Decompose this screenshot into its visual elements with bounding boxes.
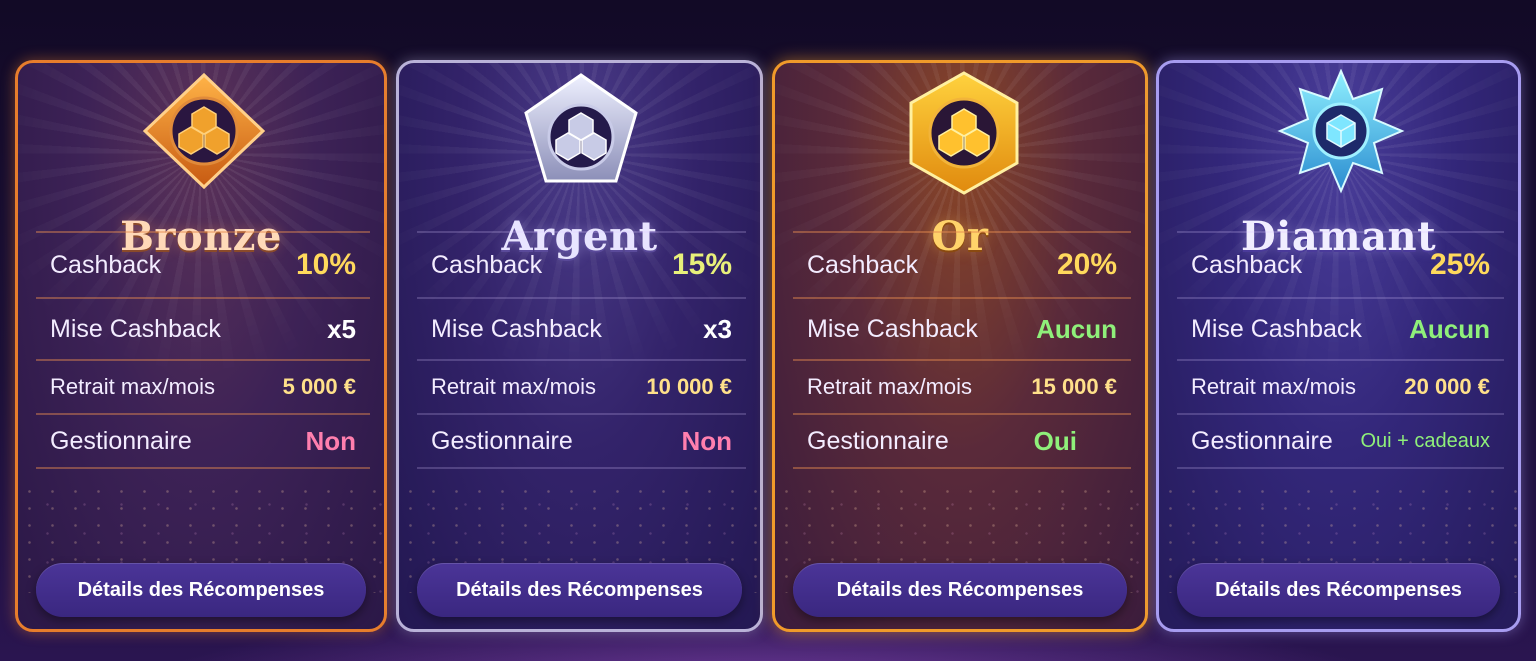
benefit-value: Oui — [1033, 425, 1077, 456]
benefit-label: Retrait max/mois — [807, 374, 973, 399]
benefit-row-mise-cashback: Mise Cashback x5 — [36, 297, 370, 359]
benefit-label: Gestionnaire — [431, 426, 573, 455]
benefit-row-mise-cashback: Mise Cashback x3 — [417, 297, 746, 359]
rewards-details-button[interactable]: Détails des Récompenses — [36, 563, 366, 617]
benefit-value: 20 000 € — [1404, 374, 1490, 399]
tier-card-bronze: Bronze Cashback 10% Mise Cashback x5 Ret… — [15, 60, 387, 632]
benefit-row-gestionnaire: Gestionnaire Non — [417, 413, 746, 469]
benefit-label: Mise Cashback — [50, 314, 221, 343]
benefit-label: Mise Cashback — [431, 314, 602, 343]
tier-benefits-table: Cashback 20% Mise Cashback Aucun Retrait… — [793, 231, 1131, 469]
rewards-details-button[interactable]: Détails des Récompenses — [417, 563, 742, 617]
benefit-value: 25% — [1429, 248, 1490, 281]
benefit-row-mise-cashback: Mise Cashback Aucun — [1177, 297, 1504, 359]
benefit-row-retrait-max: Retrait max/mois 20 000 € — [1177, 359, 1504, 413]
benefit-row-gestionnaire: Gestionnaire Oui — [793, 413, 1131, 469]
benefit-label: Gestionnaire — [807, 426, 949, 455]
benefit-label: Gestionnaire — [1191, 426, 1333, 455]
benefit-label: Mise Cashback — [807, 314, 978, 343]
benefit-value: Aucun — [1409, 313, 1490, 344]
benefit-value: Non — [305, 425, 356, 456]
tier-benefits-table: Cashback 15% Mise Cashback x3 Retrait ma… — [417, 231, 746, 469]
benefit-value: 10 000 € — [646, 374, 732, 399]
tier-benefits-table: Cashback 10% Mise Cashback x5 Retrait ma… — [36, 231, 370, 469]
vip-tiers-page: Bronze Cashback 10% Mise Cashback x5 Ret… — [0, 0, 1536, 661]
benefit-value: Non — [681, 425, 732, 456]
tier-card-argent: Argent Cashback 15% Mise Cashback x3 Ret… — [396, 60, 763, 632]
benefit-row-retrait-max: Retrait max/mois 15 000 € — [793, 359, 1131, 413]
benefit-label: Cashback — [807, 250, 919, 279]
benefit-value: 5 000 € — [282, 374, 356, 399]
benefit-row-retrait-max: Retrait max/mois 10 000 € — [417, 359, 746, 413]
benefit-value: x3 — [703, 313, 732, 344]
diamond-star-badge-icon — [1276, 69, 1406, 199]
benefit-row-retrait-max: Retrait max/mois 5 000 € — [36, 359, 370, 413]
benefit-value: 10% — [295, 248, 356, 281]
benefit-row-cashback: Cashback 15% — [417, 231, 746, 297]
benefit-label: Retrait max/mois — [50, 374, 216, 399]
benefit-label: Cashback — [1191, 250, 1303, 279]
benefit-row-cashback: Cashback 10% — [36, 231, 370, 297]
rewards-details-button[interactable]: Détails des Récompenses — [793, 563, 1127, 617]
benefit-value: Aucun — [1036, 313, 1117, 344]
benefit-label: Cashback — [50, 250, 162, 279]
benefit-row-cashback: Cashback 25% — [1177, 231, 1504, 297]
tier-card-or: Or Cashback 20% Mise Cashback Aucun Retr… — [772, 60, 1148, 632]
benefit-label: Gestionnaire — [50, 426, 192, 455]
benefit-value: 15 000 € — [1031, 374, 1117, 399]
benefit-label: Retrait max/mois — [1191, 374, 1357, 399]
benefit-value: x5 — [327, 313, 356, 344]
silver-cubes-badge-icon — [516, 69, 646, 199]
benefit-row-mise-cashback: Mise Cashback Aucun — [793, 297, 1131, 359]
benefit-row-cashback: Cashback 20% — [793, 231, 1131, 297]
benefit-value: 15% — [671, 248, 732, 281]
benefit-label: Cashback — [431, 250, 543, 279]
benefit-label: Retrait max/mois — [431, 374, 597, 399]
gold-cubes-badge-icon — [899, 69, 1029, 199]
tier-benefits-table: Cashback 25% Mise Cashback Aucun Retrait… — [1177, 231, 1504, 469]
tier-card-diamant: Diamant Cashback 25% Mise Cashback Aucun… — [1156, 60, 1521, 632]
benefit-value: 20% — [1056, 248, 1117, 281]
rewards-details-button[interactable]: Détails des Récompenses — [1177, 563, 1500, 617]
bronze-cubes-badge-icon — [139, 69, 269, 199]
benefit-label: Mise Cashback — [1191, 314, 1362, 343]
benefit-value: Oui + cadeaux — [1360, 429, 1490, 452]
benefit-row-gestionnaire: Gestionnaire Oui + cadeaux — [1177, 413, 1504, 469]
benefit-row-gestionnaire: Gestionnaire Non — [36, 413, 370, 469]
